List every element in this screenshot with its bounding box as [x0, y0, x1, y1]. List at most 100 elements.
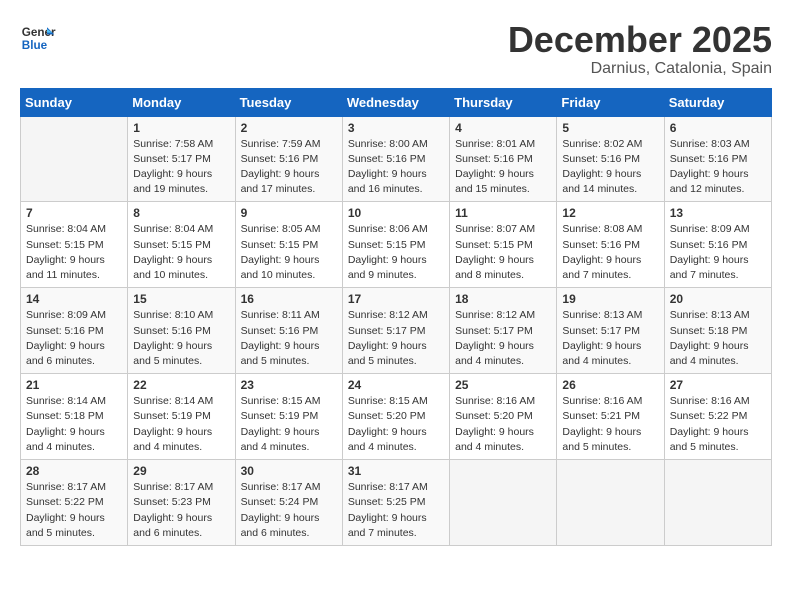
day-number: 24 — [348, 378, 444, 392]
weekday-header: Sunday — [21, 88, 128, 116]
day-number: 8 — [133, 206, 229, 220]
day-number: 12 — [562, 206, 658, 220]
title-area: December 2025 Darnius, Catalonia, Spain — [508, 20, 772, 78]
day-number: 27 — [670, 378, 766, 392]
day-info: Sunrise: 8:09 AMSunset: 5:16 PMDaylight:… — [26, 308, 122, 369]
day-number: 13 — [670, 206, 766, 220]
calendar-cell: 26Sunrise: 8:16 AMSunset: 5:21 PMDayligh… — [557, 374, 664, 460]
calendar-cell: 15 Sunrise: 8:10 AMSunset: 5:16 PMDayligh… — [128, 288, 235, 374]
day-info: Sunrise: 8:02 AMSunset: 5:16 PMDaylight:… — [562, 137, 658, 198]
day-info: Sunrise: 8:07 AMSunset: 5:15 PMDaylight:… — [455, 222, 551, 283]
day-info: Sunrise: 8:16 AMSunset: 5:22 PMDaylight:… — [670, 394, 766, 455]
calendar-week-row: 14 Sunrise: 8:09 AMSunset: 5:16 PMDayligh… — [21, 288, 772, 374]
day-number: 3 — [348, 121, 444, 135]
day-info: Sunrise: 8:17 AMSunset: 5:23 PMDaylight:… — [133, 480, 229, 541]
calendar-cell: 3 Sunrise: 8:00 AMSunset: 5:16 PMDaylight… — [342, 116, 449, 202]
weekday-header-row: SundayMondayTuesdayWednesdayThursdayFrid… — [21, 88, 772, 116]
day-number: 22 — [133, 378, 229, 392]
weekday-header: Wednesday — [342, 88, 449, 116]
calendar-table: SundayMondayTuesdayWednesdayThursdayFrid… — [20, 88, 772, 546]
day-info: Sunrise: 8:01 AMSunset: 5:16 PMDaylight:… — [455, 137, 551, 198]
day-info: Sunrise: 8:14 AMSunset: 5:18 PMDaylight:… — [26, 394, 122, 455]
calendar-cell: 2 Sunrise: 7:59 AMSunset: 5:16 PMDaylight… — [235, 116, 342, 202]
day-info: Sunrise: 8:00 AMSunset: 5:16 PMDaylight:… — [348, 137, 444, 198]
day-info: Sunrise: 8:11 AMSunset: 5:16 PMDaylight:… — [241, 308, 337, 369]
day-info: Sunrise: 8:10 AMSunset: 5:16 PMDaylight:… — [133, 308, 229, 369]
svg-text:Blue: Blue — [22, 39, 48, 52]
day-number: 10 — [348, 206, 444, 220]
day-number: 4 — [455, 121, 551, 135]
weekday-header: Thursday — [450, 88, 557, 116]
day-info: Sunrise: 8:13 AMSunset: 5:17 PMDaylight:… — [562, 308, 658, 369]
logo: General Blue — [20, 20, 56, 56]
day-info: Sunrise: 8:09 AMSunset: 5:16 PMDaylight:… — [670, 222, 766, 283]
calendar-cell: 21 Sunrise: 8:14 AMSunset: 5:18 PMDayligh… — [21, 374, 128, 460]
day-number: 15 — [133, 292, 229, 306]
calendar-cell: 10 Sunrise: 8:06 AMSunset: 5:15 PMDayligh… — [342, 202, 449, 288]
calendar-cell — [557, 460, 664, 546]
calendar-cell: 11 Sunrise: 8:07 AMSunset: 5:15 PMDayligh… — [450, 202, 557, 288]
day-info: Sunrise: 8:12 AMSunset: 5:17 PMDaylight:… — [348, 308, 444, 369]
day-info: Sunrise: 8:05 AMSunset: 5:15 PMDaylight:… — [241, 222, 337, 283]
calendar-week-row: 21 Sunrise: 8:14 AMSunset: 5:18 PMDayligh… — [21, 374, 772, 460]
calendar-cell: 22 Sunrise: 8:14 AMSunset: 5:19 PMDayligh… — [128, 374, 235, 460]
day-number: 21 — [26, 378, 122, 392]
calendar-cell: 9Sunrise: 8:05 AMSunset: 5:15 PMDaylight… — [235, 202, 342, 288]
calendar-cell: 28Sunrise: 8:17 AMSunset: 5:22 PMDayligh… — [21, 460, 128, 546]
day-number: 17 — [348, 292, 444, 306]
day-info: Sunrise: 8:12 AMSunset: 5:17 PMDaylight:… — [455, 308, 551, 369]
calendar-cell: 14 Sunrise: 8:09 AMSunset: 5:16 PMDayligh… — [21, 288, 128, 374]
calendar-cell: 4 Sunrise: 8:01 AMSunset: 5:16 PMDaylight… — [450, 116, 557, 202]
calendar-cell: 29 Sunrise: 8:17 AMSunset: 5:23 PMDayligh… — [128, 460, 235, 546]
calendar-week-row: 7Sunrise: 8:04 AMSunset: 5:15 PMDaylight… — [21, 202, 772, 288]
day-number: 31 — [348, 464, 444, 478]
weekday-header: Tuesday — [235, 88, 342, 116]
weekday-header: Monday — [128, 88, 235, 116]
calendar-cell: 31 Sunrise: 8:17 AMSunset: 5:25 PMDayligh… — [342, 460, 449, 546]
day-info: Sunrise: 8:08 AMSunset: 5:16 PMDaylight:… — [562, 222, 658, 283]
calendar-cell: 25 Sunrise: 8:16 AMSunset: 5:20 PMDayligh… — [450, 374, 557, 460]
logo-icon: General Blue — [20, 20, 56, 56]
day-info: Sunrise: 8:15 AMSunset: 5:19 PMDaylight:… — [241, 394, 337, 455]
location: Darnius, Catalonia, Spain — [508, 60, 772, 78]
day-info: Sunrise: 8:16 AMSunset: 5:20 PMDaylight:… — [455, 394, 551, 455]
calendar-cell: 13 Sunrise: 8:09 AMSunset: 5:16 PMDayligh… — [664, 202, 771, 288]
day-info: Sunrise: 8:17 AMSunset: 5:25 PMDaylight:… — [348, 480, 444, 541]
calendar-cell: 23Sunrise: 8:15 AMSunset: 5:19 PMDayligh… — [235, 374, 342, 460]
calendar-week-row: 28Sunrise: 8:17 AMSunset: 5:22 PMDayligh… — [21, 460, 772, 546]
day-info: Sunrise: 7:59 AMSunset: 5:16 PMDaylight:… — [241, 137, 337, 198]
day-info: Sunrise: 8:17 AMSunset: 5:22 PMDaylight:… — [26, 480, 122, 541]
calendar-cell: 7Sunrise: 8:04 AMSunset: 5:15 PMDaylight… — [21, 202, 128, 288]
day-number: 26 — [562, 378, 658, 392]
calendar-cell: 19Sunrise: 8:13 AMSunset: 5:17 PMDayligh… — [557, 288, 664, 374]
day-number: 11 — [455, 206, 551, 220]
day-number: 14 — [26, 292, 122, 306]
calendar-cell: 8Sunrise: 8:04 AMSunset: 5:15 PMDaylight… — [128, 202, 235, 288]
calendar-cell — [450, 460, 557, 546]
calendar-cell — [664, 460, 771, 546]
day-number: 2 — [241, 121, 337, 135]
day-info: Sunrise: 8:03 AMSunset: 5:16 PMDaylight:… — [670, 137, 766, 198]
calendar-cell: 6 Sunrise: 8:03 AMSunset: 5:16 PMDaylight… — [664, 116, 771, 202]
day-number: 20 — [670, 292, 766, 306]
day-number: 29 — [133, 464, 229, 478]
day-info: Sunrise: 8:15 AMSunset: 5:20 PMDaylight:… — [348, 394, 444, 455]
day-number: 6 — [670, 121, 766, 135]
calendar-cell: 24 Sunrise: 8:15 AMSunset: 5:20 PMDayligh… — [342, 374, 449, 460]
calendar-cell: 30Sunrise: 8:17 AMSunset: 5:24 PMDayligh… — [235, 460, 342, 546]
day-number: 16 — [241, 292, 337, 306]
day-number: 25 — [455, 378, 551, 392]
calendar-cell: 5 Sunrise: 8:02 AMSunset: 5:16 PMDaylight… — [557, 116, 664, 202]
calendar-cell — [21, 116, 128, 202]
page-header: General Blue December 2025 Darnius, Cata… — [20, 20, 772, 78]
month-title: December 2025 — [508, 20, 772, 60]
day-number: 7 — [26, 206, 122, 220]
calendar-cell: 18 Sunrise: 8:12 AMSunset: 5:17 PMDayligh… — [450, 288, 557, 374]
day-number: 18 — [455, 292, 551, 306]
calendar-cell: 1Sunrise: 7:58 AMSunset: 5:17 PMDaylight… — [128, 116, 235, 202]
day-number: 5 — [562, 121, 658, 135]
calendar-cell: 27 Sunrise: 8:16 AMSunset: 5:22 PMDayligh… — [664, 374, 771, 460]
day-info: Sunrise: 7:58 AMSunset: 5:17 PMDaylight:… — [133, 137, 229, 198]
day-info: Sunrise: 8:06 AMSunset: 5:15 PMDaylight:… — [348, 222, 444, 283]
day-info: Sunrise: 8:14 AMSunset: 5:19 PMDaylight:… — [133, 394, 229, 455]
